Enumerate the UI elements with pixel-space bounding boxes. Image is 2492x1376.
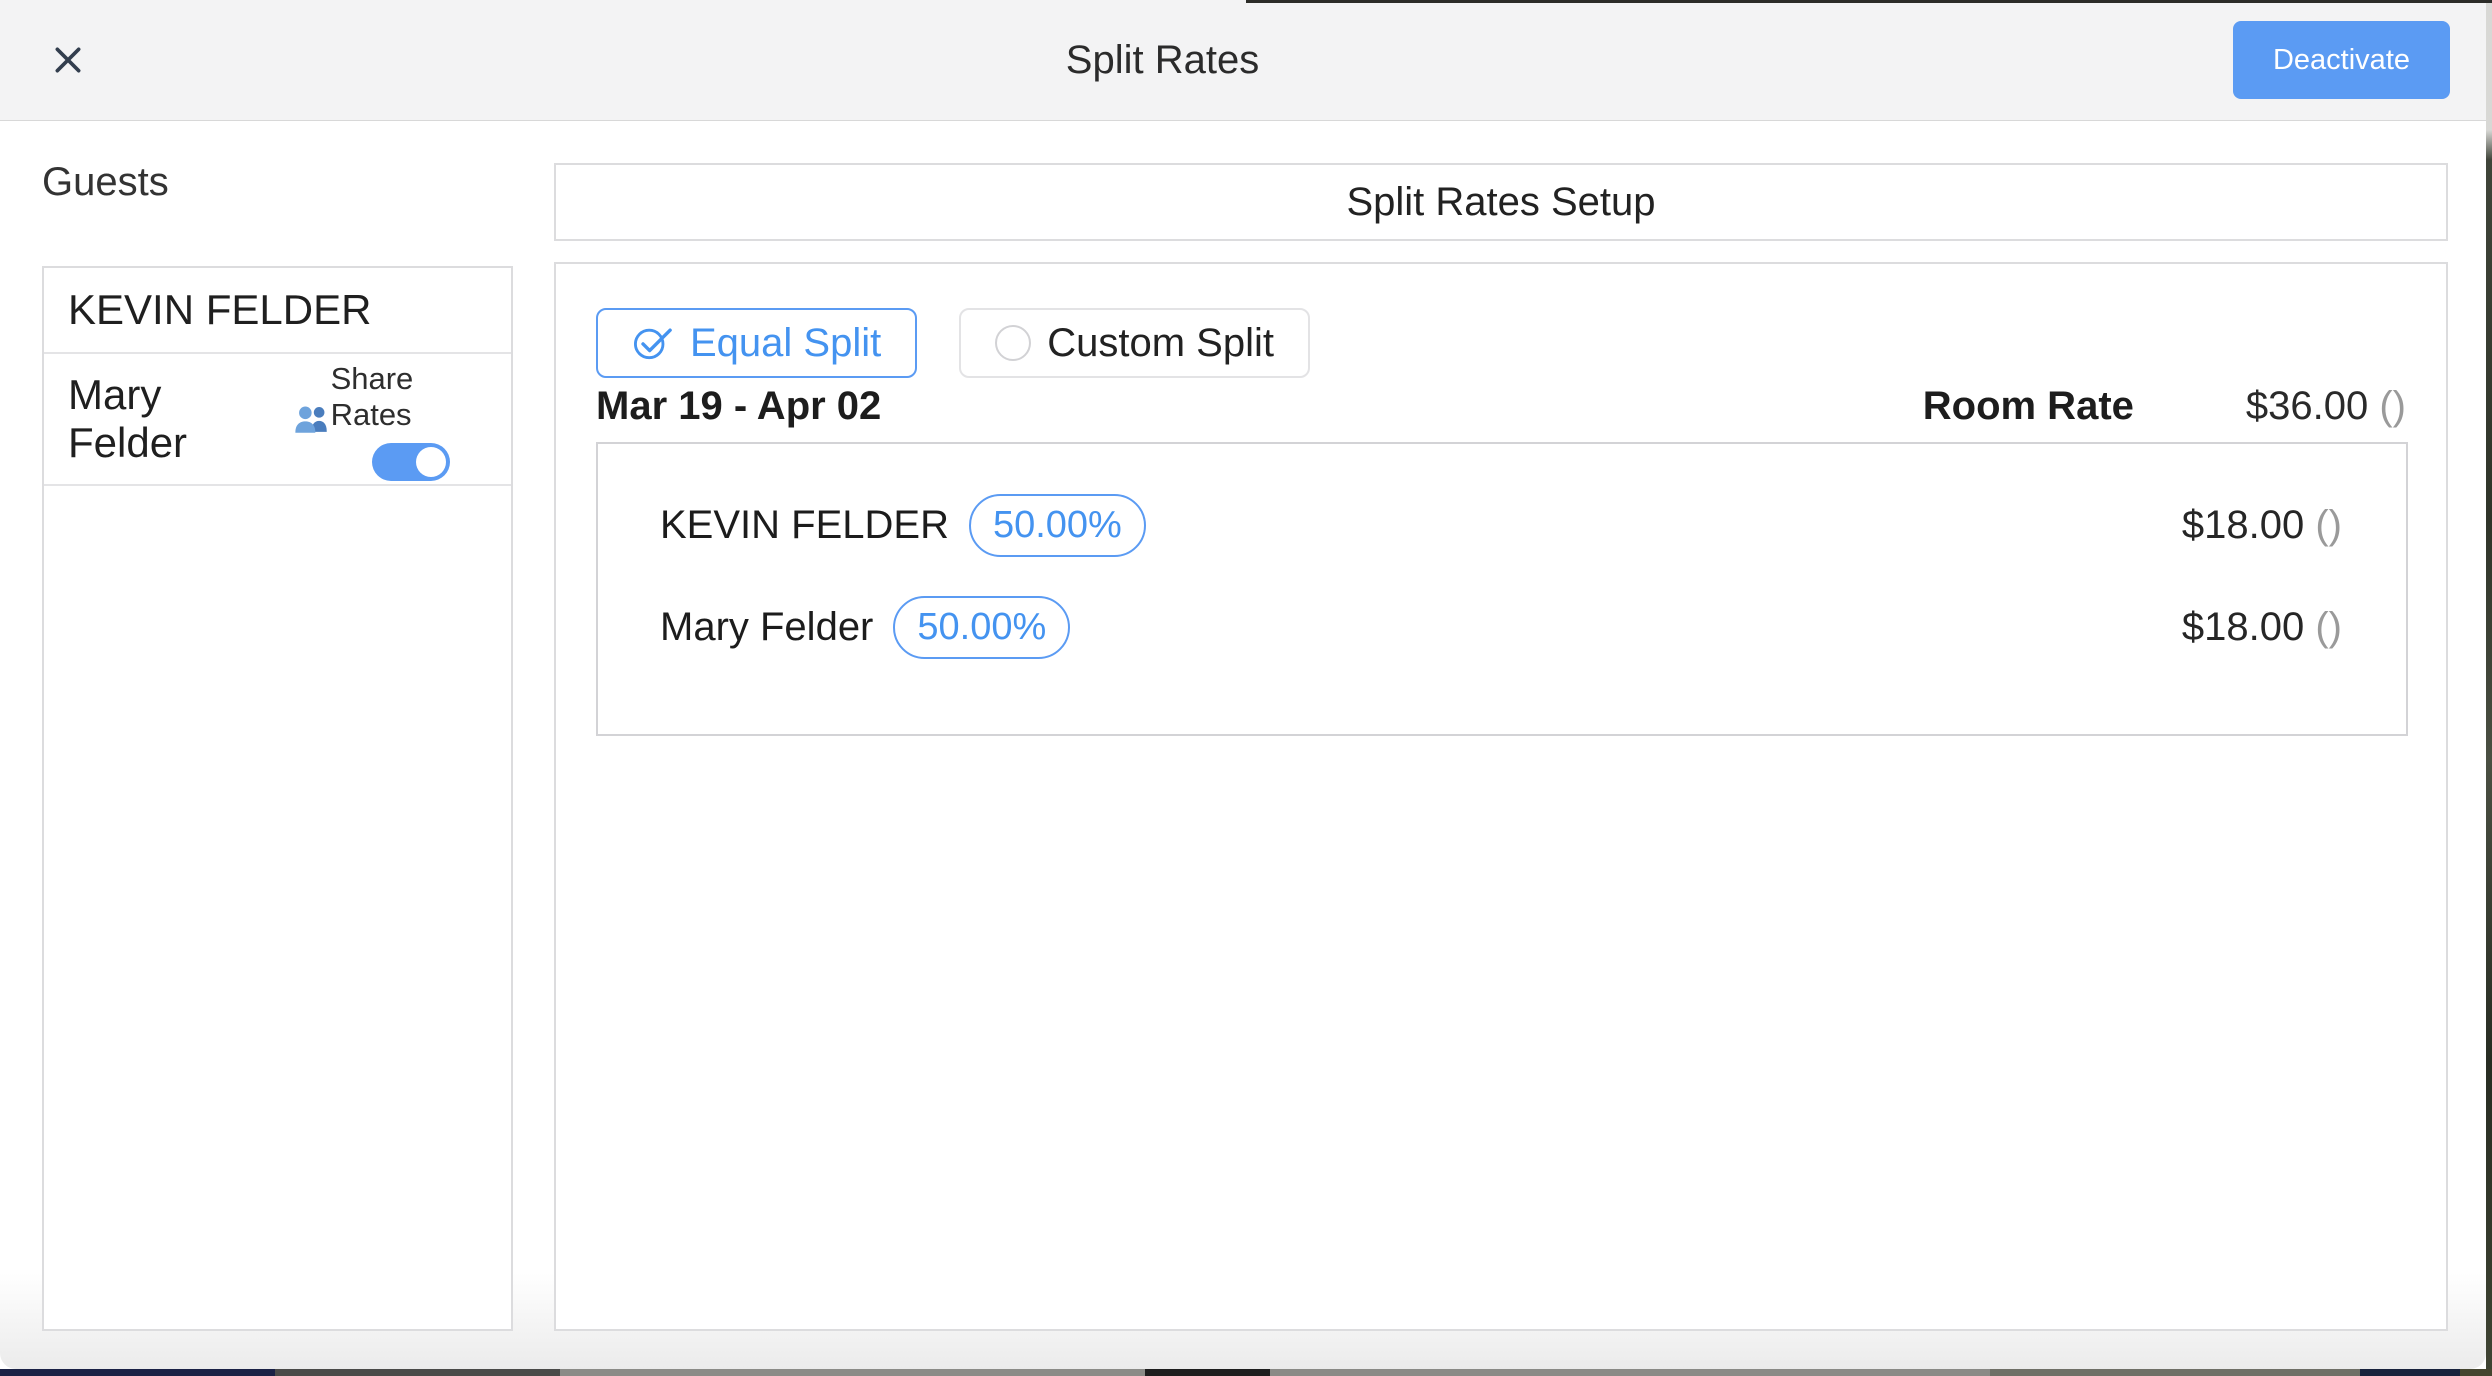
background-page-right-edge: [2486, 0, 2492, 1376]
background-page-top-edge: [1246, 0, 2492, 3]
guest-name: Mary Felder: [660, 605, 873, 650]
modal-title: Split Rates: [92, 38, 2233, 83]
percent-pill[interactable]: 50.00%: [969, 494, 1146, 557]
percent-pill[interactable]: 50.00%: [893, 596, 1070, 659]
guests-heading: Guests: [42, 160, 169, 205]
guest-amount: $18.00 (): [2182, 503, 2342, 548]
check-circle-icon: [632, 324, 674, 362]
guest-row-primary[interactable]: KEVIN FELDER: [44, 268, 511, 354]
split-mode-options: Equal Split Custom Split: [596, 308, 1310, 378]
split-rates-modal: Split Rates Deactivate Guests KEVIN FELD…: [0, 0, 2486, 1369]
custom-split-label: Custom Split: [1047, 321, 1274, 366]
setup-title: Split Rates Setup: [1346, 180, 1655, 225]
amount-note: (): [2315, 503, 2342, 547]
modal-header: Split Rates Deactivate: [0, 0, 2486, 121]
radio-circle-icon: [995, 325, 1031, 361]
background-page-bottom-edge: [0, 1369, 2492, 1376]
guest-amount: $18.00 (): [2182, 605, 2342, 650]
equal-split-label: Equal Split: [690, 321, 881, 366]
guest-list-panel: KEVIN FELDER Mary Felder Share Rates: [42, 266, 513, 1331]
guest-name: KEVIN FELDER: [660, 503, 949, 548]
custom-split-button[interactable]: Custom Split: [959, 308, 1310, 378]
room-rate-label: Room Rate: [1923, 384, 2134, 429]
screen: Split Rates Deactivate Guests KEVIN FELD…: [0, 0, 2492, 1376]
date-range: Mar 19 - Apr 02: [596, 384, 881, 429]
guest-name: KEVIN FELDER: [68, 286, 371, 334]
share-rates-label: Share Rates: [331, 361, 491, 433]
two-people-icon: [293, 404, 331, 434]
room-rate-value: $36.00 (): [2246, 384, 2406, 429]
guest-name: Mary Felder: [68, 371, 277, 467]
deactivate-button[interactable]: Deactivate: [2233, 21, 2450, 99]
close-button[interactable]: [44, 36, 92, 84]
setup-header: Split Rates Setup: [554, 163, 2448, 241]
table-row: Mary Felder 50.00% $18.00 (): [598, 576, 2406, 678]
guest-row-shared[interactable]: Mary Felder Share Rates: [44, 354, 511, 486]
share-rates-toggle[interactable]: [372, 443, 450, 481]
split-rates-content: Equal Split Custom Split Mar 19 - Apr 02…: [554, 262, 2448, 1331]
split-allocation-table: KEVIN FELDER 50.00% $18.00 () Mary Felde…: [596, 442, 2408, 736]
x-icon: [52, 44, 84, 76]
room-rate-note: (): [2379, 384, 2406, 428]
room-rate-row: Mar 19 - Apr 02 Room Rate $36.00 (): [596, 384, 2406, 428]
table-row: KEVIN FELDER 50.00% $18.00 (): [598, 474, 2406, 576]
amount-note: (): [2315, 605, 2342, 649]
share-rates-control: Share Rates: [331, 357, 491, 481]
equal-split-button[interactable]: Equal Split: [596, 308, 917, 378]
toggle-knob: [416, 447, 446, 477]
